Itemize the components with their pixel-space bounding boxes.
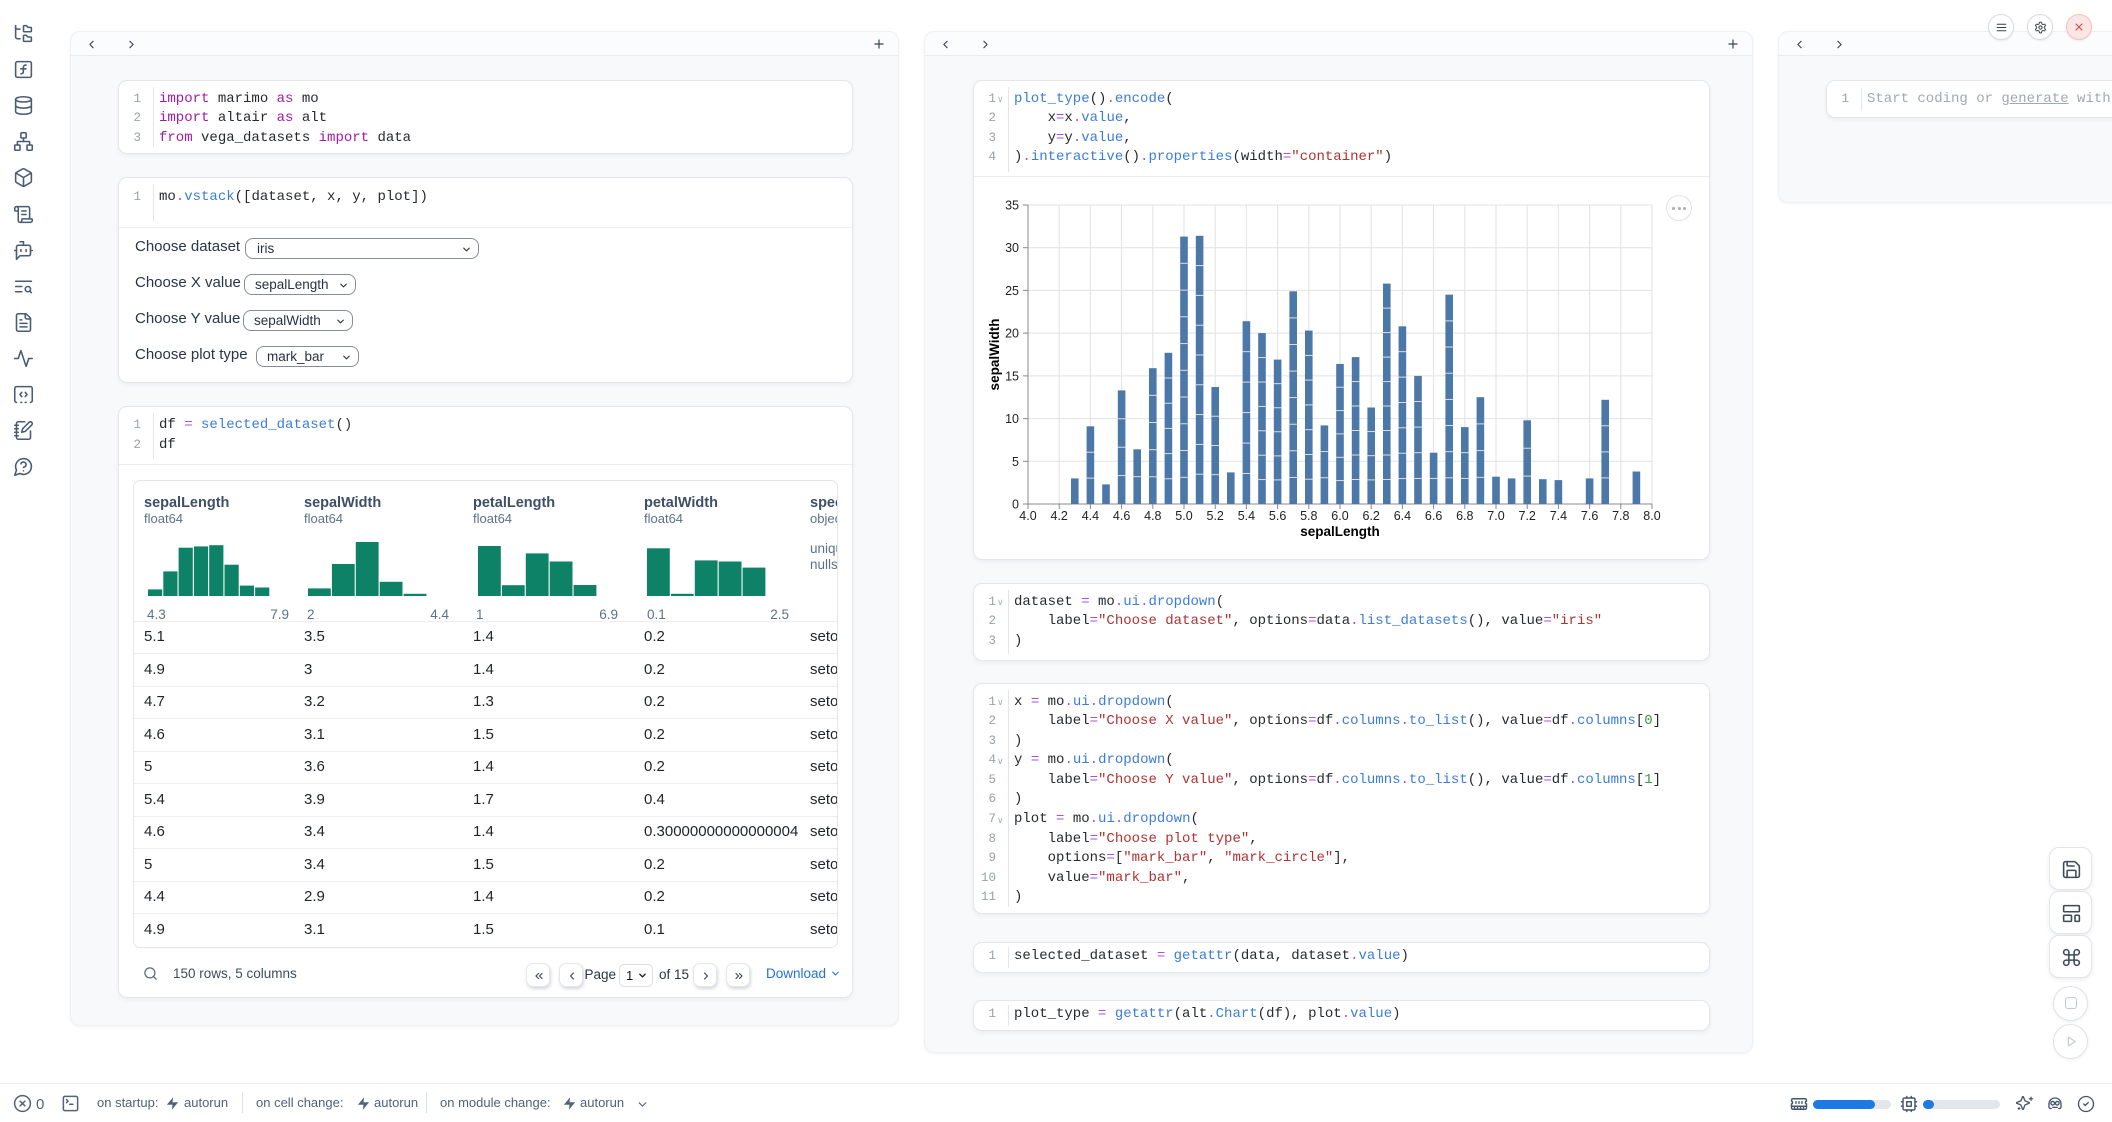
svg-text:10: 10 <box>1005 412 1019 426</box>
svg-text:sepalLength: sepalLength <box>1300 524 1380 539</box>
svg-text:25: 25 <box>1005 284 1019 298</box>
svg-text:6.8: 6.8 <box>1456 509 1473 523</box>
svg-text:6.2: 6.2 <box>1363 509 1380 523</box>
svg-text:4.4: 4.4 <box>1082 509 1099 523</box>
svg-text:8.0: 8.0 <box>1643 509 1660 523</box>
svg-text:0: 0 <box>1012 498 1019 512</box>
svg-text:5.6: 5.6 <box>1269 509 1286 523</box>
svg-text:7.6: 7.6 <box>1581 509 1598 523</box>
svg-text:15: 15 <box>1005 369 1019 383</box>
svg-text:7.8: 7.8 <box>1612 509 1629 523</box>
svg-text:5.4: 5.4 <box>1238 509 1255 523</box>
svg-text:30: 30 <box>1005 241 1019 255</box>
svg-text:5.2: 5.2 <box>1207 509 1224 523</box>
svg-text:5.0: 5.0 <box>1175 509 1192 523</box>
svg-text:4.2: 4.2 <box>1051 509 1068 523</box>
svg-text:5.8: 5.8 <box>1300 509 1317 523</box>
svg-text:4.6: 4.6 <box>1113 509 1130 523</box>
svg-text:7.0: 7.0 <box>1487 509 1504 523</box>
svg-text:7.2: 7.2 <box>1519 509 1536 523</box>
svg-text:20: 20 <box>1005 327 1019 341</box>
svg-text:sepalWidth: sepalWidth <box>987 319 1002 391</box>
svg-text:6.4: 6.4 <box>1394 509 1411 523</box>
svg-text:4.0: 4.0 <box>1019 509 1036 523</box>
svg-text:4.8: 4.8 <box>1144 509 1161 523</box>
svg-text:6.6: 6.6 <box>1425 509 1442 523</box>
svg-text:6.0: 6.0 <box>1331 509 1348 523</box>
svg-text:35: 35 <box>1005 199 1019 213</box>
svg-text:5: 5 <box>1012 455 1019 469</box>
svg-text:7.4: 7.4 <box>1550 509 1567 523</box>
